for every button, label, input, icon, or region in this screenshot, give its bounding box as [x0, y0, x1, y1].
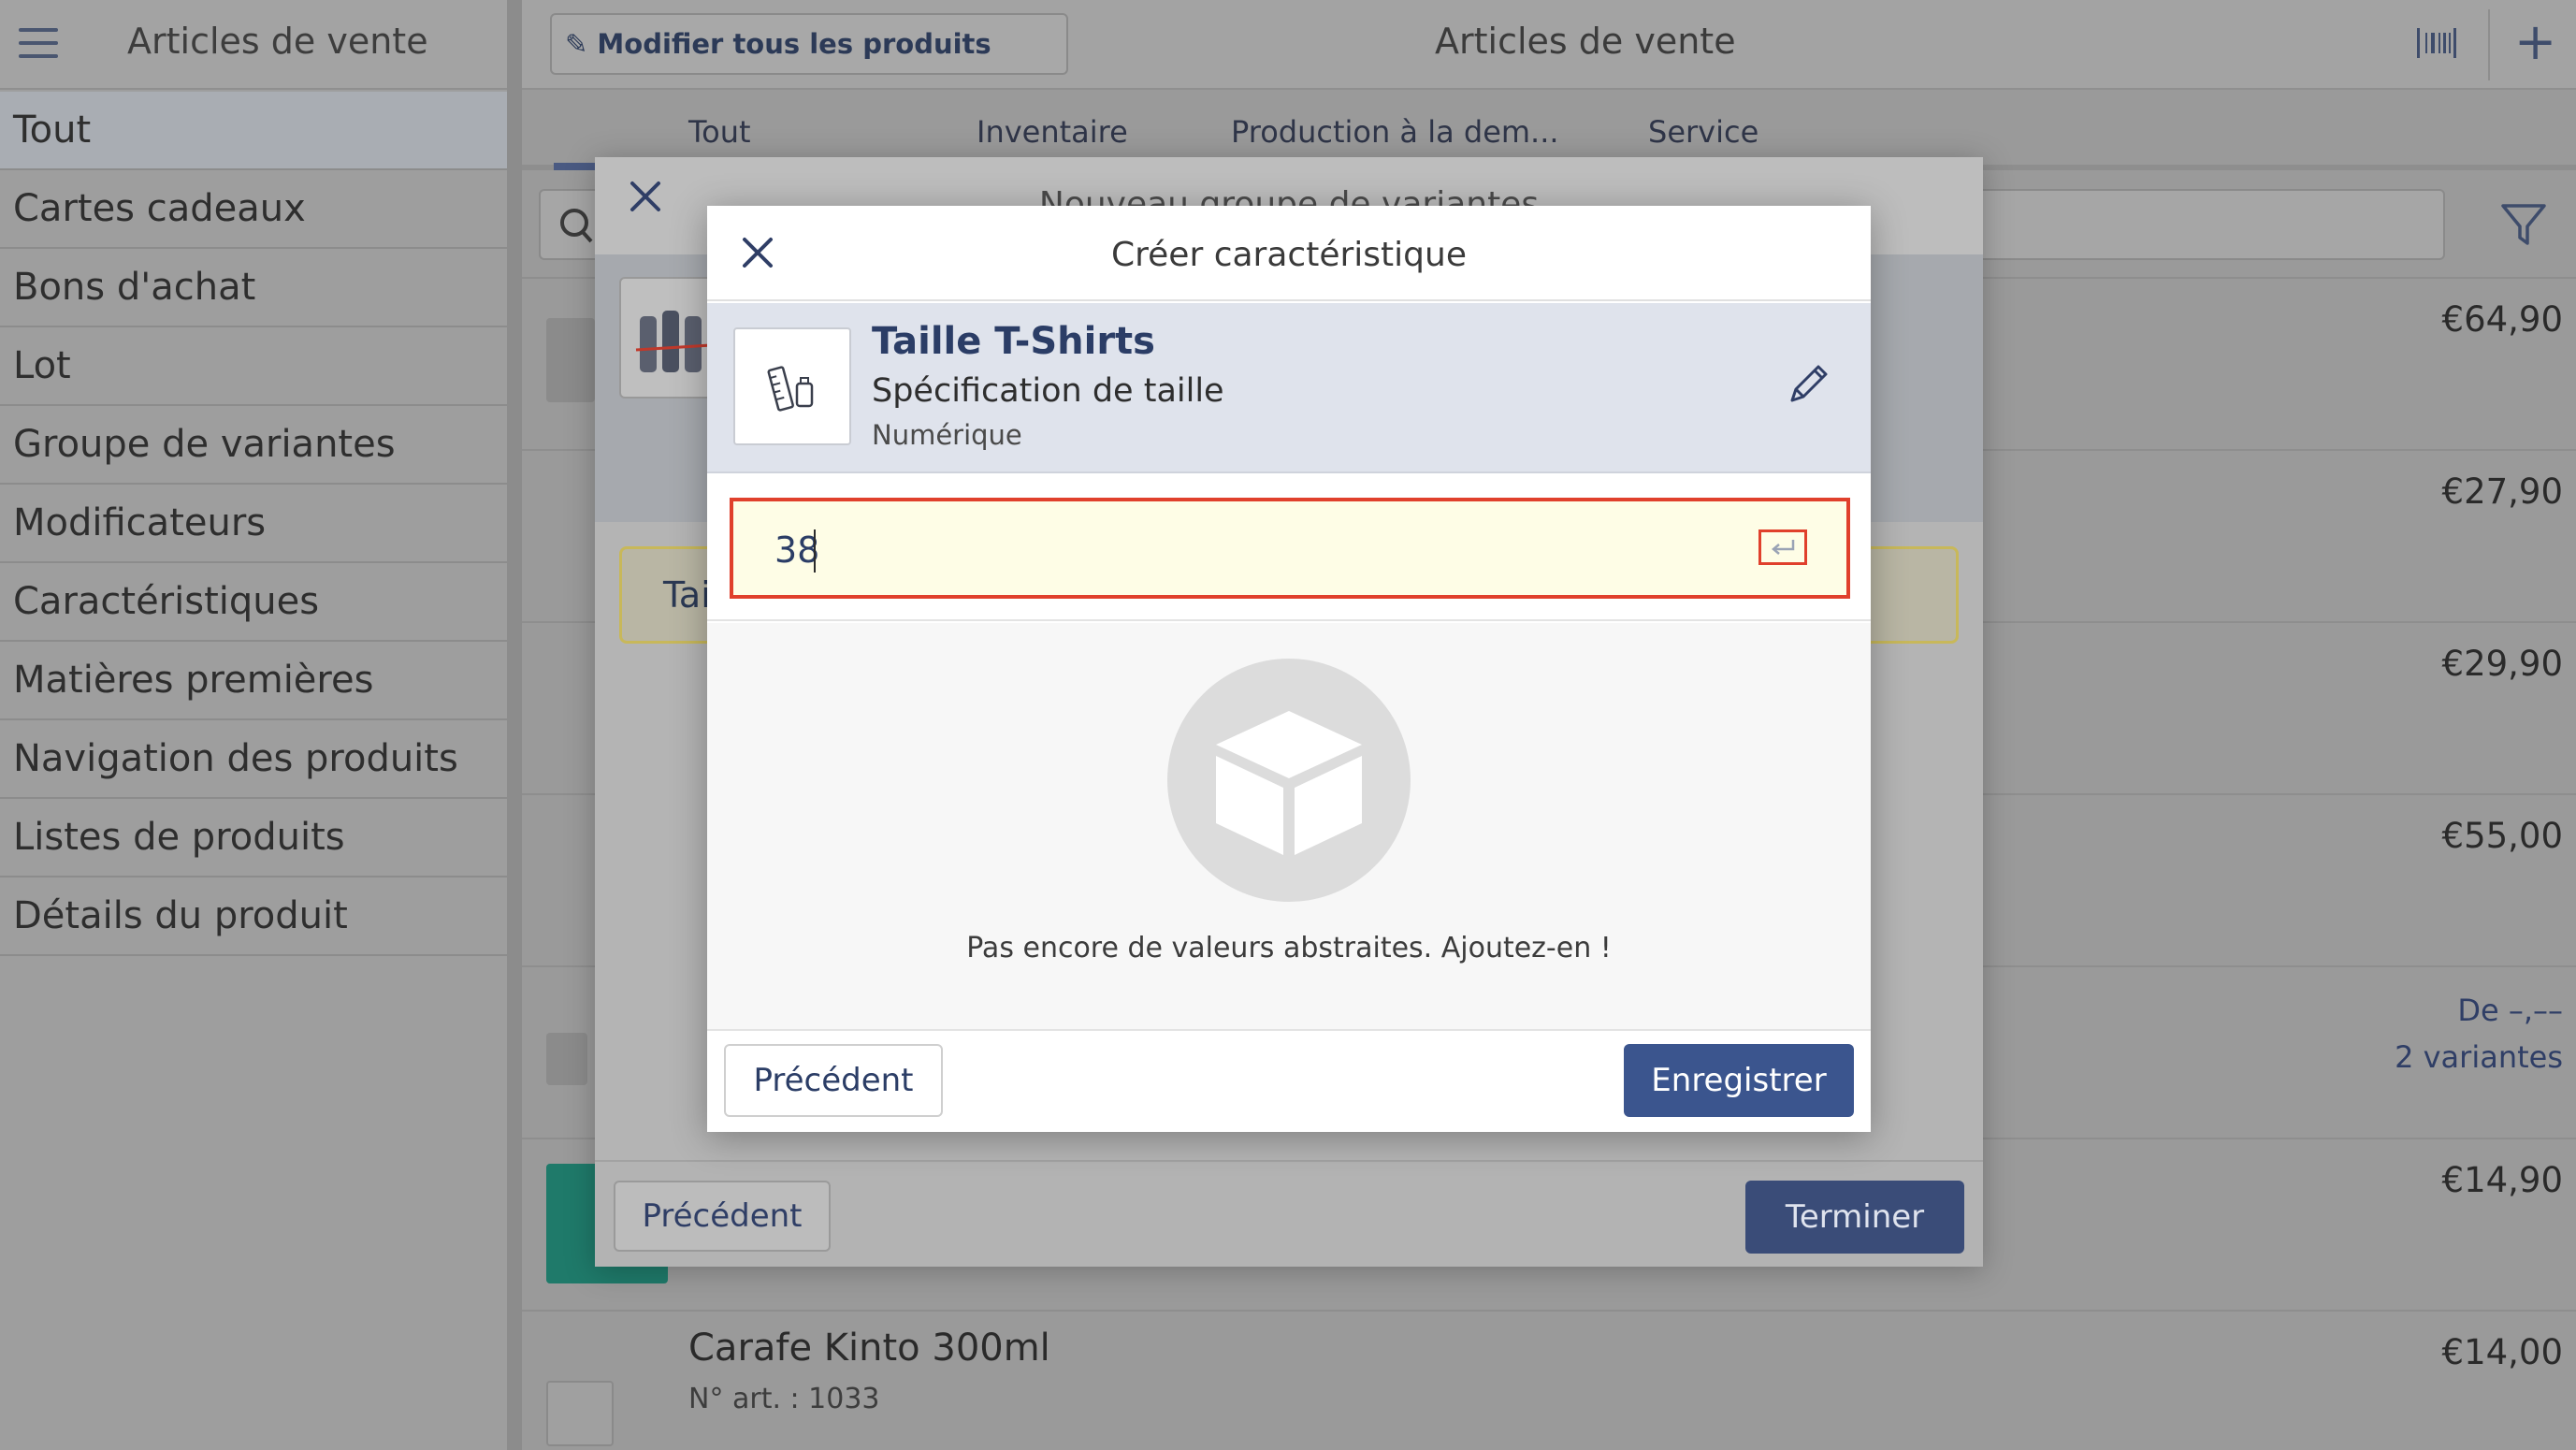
product-price: €27,90 — [2441, 471, 2563, 512]
product-name[interactable]: Carafe Kinto 300ml — [688, 1327, 1050, 1370]
sidebar-item-navigation-produits[interactable]: Navigation des produits — [0, 720, 507, 799]
tab-inventaire[interactable]: Inventaire — [977, 114, 1128, 150]
enter-icon[interactable] — [1758, 529, 1807, 565]
close-icon[interactable] — [625, 176, 666, 217]
sidebar-item-lot[interactable]: Lot — [0, 327, 507, 406]
sidebar-item-listes-produits[interactable]: Listes de produits — [0, 799, 507, 877]
product-price: €14,00 — [2441, 1332, 2563, 1372]
row-divider — [522, 1310, 2576, 1312]
empty-state-text: Pas encore de valeurs abstraites. Ajoute… — [966, 932, 1612, 964]
sidebar-item-modificateurs[interactable]: Modificateurs — [0, 485, 507, 563]
finish-button[interactable]: Terminer — [1745, 1181, 1964, 1254]
product-price: €14,90 — [2441, 1160, 2563, 1200]
tab-active-indicator — [554, 163, 599, 170]
sidebar-item-tout[interactable]: Tout — [0, 92, 507, 170]
characteristic-icon-box — [733, 327, 851, 445]
sidebar-item-groupe-variantes[interactable]: Groupe de variantes — [0, 406, 507, 485]
sidebar-title: Articles de vente — [127, 21, 428, 62]
sidebar-divider — [507, 0, 522, 1450]
previous-button-back[interactable]: Précédent — [614, 1181, 831, 1252]
save-button[interactable]: Enregistrer — [1624, 1044, 1854, 1117]
sidebar-item-cartes-cadeaux[interactable]: Cartes cadeaux — [0, 170, 507, 249]
edit-all-products-button[interactable]: ✎ Modifier tous les produits — [550, 13, 1068, 75]
search-input-right[interactable] — [1972, 189, 2445, 260]
edit-icon: ✎ — [565, 28, 598, 60]
product-thumbnail — [546, 318, 595, 402]
product-thumbnail — [546, 1381, 614, 1446]
characteristic-type: Numérique — [872, 419, 1022, 451]
tab-tout[interactable]: Tout — [688, 114, 751, 150]
box-icon — [1167, 659, 1411, 902]
filter-icon[interactable] — [2499, 200, 2548, 249]
sidebar-item-bons-achat[interactable]: Bons d'achat — [0, 249, 507, 327]
text-caret — [814, 529, 816, 573]
variant-price: De –,–– — [2457, 993, 2563, 1028]
product-price: €29,90 — [2441, 644, 2563, 684]
menu-icon[interactable] — [19, 28, 58, 60]
characteristic-name: Taille T-Shirts — [872, 320, 1155, 363]
previous-button[interactable]: Précédent — [724, 1044, 943, 1117]
search-icon — [560, 209, 593, 243]
sidebar-item-matieres-premieres[interactable]: Matières premières — [0, 642, 507, 720]
product-article-number: N° art. : 1033 — [688, 1383, 880, 1415]
edit-all-label: Modifier tous les produits — [597, 28, 991, 60]
variant-count: 2 variantes — [2395, 1039, 2563, 1075]
product-price: €64,90 — [2441, 299, 2563, 340]
dialog-title: Créer caractéristique — [1111, 236, 1467, 274]
sidebar-item-details-produit[interactable]: Détails du produit — [0, 877, 507, 956]
tab-production[interactable]: Production à la dem... — [1231, 114, 1559, 150]
barcode-icon[interactable] — [2417, 28, 2456, 58]
size-measure-icon — [767, 366, 814, 412]
page-title: Articles de vente — [1435, 21, 1736, 62]
characteristic-description: Spécification de taille — [872, 372, 1224, 410]
search-input[interactable] — [539, 189, 595, 260]
pencil-icon[interactable] — [1783, 357, 1835, 410]
product-price: €55,00 — [2441, 816, 2563, 856]
add-product-icon[interactable]: + — [2514, 9, 2556, 75]
value-input[interactable] — [774, 524, 1710, 576]
sidebar-item-caracteristiques[interactable]: Caractéristiques — [0, 563, 507, 642]
tab-service[interactable]: Service — [1648, 114, 1758, 150]
product-thumbnail — [546, 1033, 587, 1085]
header-separator — [2488, 9, 2490, 80]
